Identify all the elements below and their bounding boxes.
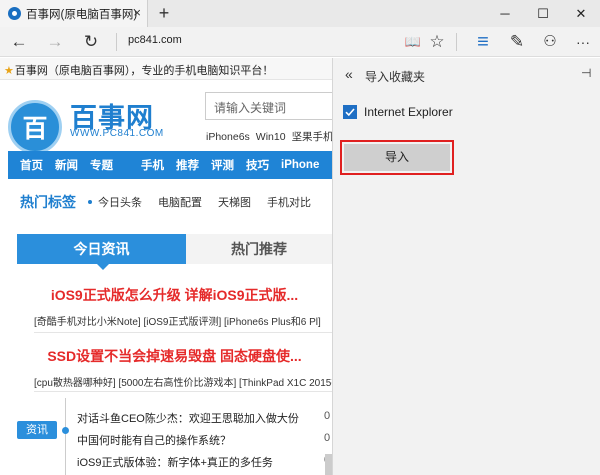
toolbar-divider [456, 33, 457, 51]
news-timeline [65, 398, 66, 475]
headline-link[interactable]: iOS9正式版怎么升级 详解iOS9正式版... [17, 285, 332, 305]
checkmark-icon [345, 108, 355, 117]
panel-back-icon[interactable]: « [345, 66, 353, 82]
maximize-button[interactable]: ☐ [524, 0, 562, 27]
hot-tag[interactable]: 手机对比 [267, 194, 311, 210]
timeline-dot-icon [62, 427, 69, 434]
search-input[interactable]: 请输入关键词 [205, 92, 332, 120]
favorite-star-icon[interactable]: ☆ [422, 27, 452, 57]
nav-tips[interactable]: 技巧 [246, 157, 269, 173]
news-item[interactable]: 中国何时能有自己的操作系统？ [77, 432, 231, 448]
tab-title: 百事网(原电脑百事网) - [26, 8, 138, 21]
news-date: 0 [324, 410, 331, 422]
new-tab-button[interactable]: + [154, 3, 174, 23]
pin-icon[interactable]: ⊣ [581, 66, 591, 80]
import-favorites-panel: « 导入收藏夹 ⊣ Internet Explorer 导入 [332, 58, 600, 475]
tab-hot-recommend[interactable]: 热门推荐 [186, 234, 332, 264]
panel-title: 导入收藏夹 [365, 70, 426, 84]
forward-button[interactable]: → [40, 27, 70, 57]
hot-tag[interactable]: 天梯图 [218, 194, 251, 210]
address-divider [116, 33, 117, 51]
hot-tag[interactable]: 今日头条 [98, 194, 142, 210]
news-date: 0 [324, 432, 331, 444]
checkbox-label[interactable]: Internet Explorer [364, 105, 453, 119]
headline-related-links[interactable]: [cpu散热器哪种好] [5000左右高性价比游戏本] [ThinkPad X1… [34, 374, 332, 389]
hotword-link[interactable]: iPhone6s [206, 131, 250, 143]
internet-explorer-checkbox[interactable] [343, 105, 357, 119]
nav-home[interactable]: 首页 [20, 157, 43, 173]
back-button[interactable]: ← [4, 27, 34, 57]
more-icon[interactable]: ··· [568, 27, 598, 57]
page-scrollbar[interactable] [325, 454, 332, 475]
web-page: ★百事网（原电脑百事网），专业的手机电脑知识平台！ 百 百事网 WWW.PC84… [0, 58, 332, 475]
address-bar: ← → ↻ pc841.com 📖 ☆ ≡ ✎ ⚇ ··· [0, 27, 600, 57]
site-main-nav: 首页 新闻 专题 手机 推荐 评测 技巧 iPhone [8, 151, 332, 179]
web-note-icon[interactable]: ✎ [502, 27, 532, 57]
hotword-link[interactable]: 坚果手机 [292, 131, 332, 143]
slogan-text: 百事网（原电脑百事网），专业的手机电脑知识平台！ [14, 65, 274, 77]
news-item[interactable]: iOS9正式版体验：新字体+真正的多任务 [77, 454, 273, 470]
minimize-button[interactable]: ─ [486, 0, 524, 27]
site-logo-icon[interactable]: 百 [8, 100, 62, 154]
url-field[interactable]: pc841.com [128, 34, 182, 46]
nav-review[interactable]: 评测 [211, 157, 234, 173]
close-window-button[interactable]: ✕ [562, 0, 600, 27]
nav-iphone[interactable]: iPhone [281, 159, 319, 171]
nav-recommend[interactable]: 推荐 [176, 157, 199, 173]
bullet-icon [88, 200, 92, 204]
nav-topics[interactable]: 专题 [90, 157, 113, 173]
site-slogan: ★百事网（原电脑百事网），专业的手机电脑知识平台！ [0, 58, 332, 80]
headline-related-links[interactable]: [奇酷手机对比小米Note] [iOS9正式版评测] [iPhone6s Plu… [34, 313, 321, 328]
hotword-link[interactable]: Win10 [256, 131, 286, 143]
browser-tab[interactable]: 百事网(原电脑百事网) - × [0, 0, 148, 27]
title-bar: 百事网(原电脑百事网) - × + ─ ☐ ✕ [0, 0, 600, 27]
hot-tag[interactable]: 电脑配置 [158, 194, 202, 210]
hot-tags-title: 热门标签 [20, 194, 76, 210]
news-item[interactable]: 对话斗鱼CEO陈少杰：欢迎王思聪加入做大份 [77, 410, 299, 426]
nav-news[interactable]: 新闻 [55, 157, 78, 173]
divider [34, 332, 332, 333]
news-tabs: 今日资讯 热门推荐 [17, 234, 332, 270]
share-icon[interactable]: ⚇ [535, 27, 565, 57]
star-icon: ★ [4, 65, 14, 77]
site-logo-url: WWW.PC841.COM [70, 128, 164, 139]
tab-close-icon[interactable]: × [133, 5, 141, 20]
edge-site-icon [8, 7, 21, 20]
refresh-button[interactable]: ↻ [76, 27, 106, 57]
headline-link[interactable]: SSD设置不当会掉速易毁盘 固态硬盘使... [17, 346, 332, 366]
tab-today-news[interactable]: 今日资讯 [17, 234, 186, 270]
hub-icon[interactable]: ≡ [468, 27, 498, 57]
hot-tags-row: 热门标签 今日头条 电脑配置 天梯图 手机对比 [8, 189, 332, 215]
nav-phone[interactable]: 手机 [141, 157, 164, 173]
news-category-badge[interactable]: 资讯 [17, 421, 57, 439]
divider [34, 391, 332, 392]
import-button[interactable]: 导入 [344, 144, 450, 171]
hot-search-words: iPhone6sWin10坚果手机机 [206, 129, 332, 144]
